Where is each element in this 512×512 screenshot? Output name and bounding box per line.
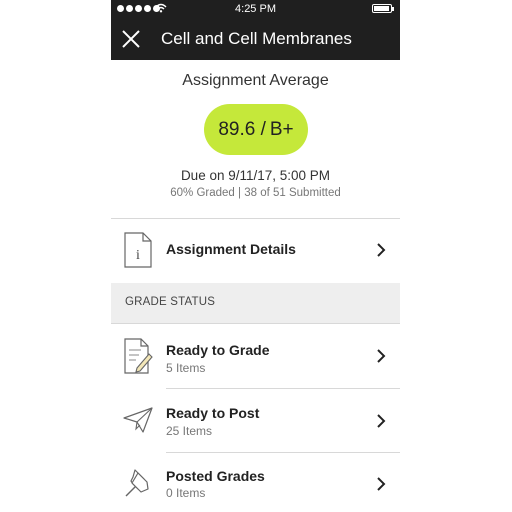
section-label: GRADE STATUS — [125, 296, 216, 308]
graded-percent: 60% Graded — [170, 187, 235, 199]
status-time: 4:25 PM — [235, 3, 276, 15]
chevron-right-icon — [377, 477, 386, 491]
chevron-right-icon — [377, 349, 386, 363]
chevron-right-icon — [377, 414, 386, 428]
ready-to-post-title: Ready to Post — [166, 405, 260, 421]
ready-to-grade-title: Ready to Grade — [166, 342, 270, 358]
pushpin-icon — [125, 469, 151, 497]
assignment-average-label: Assignment Average — [182, 72, 329, 89]
document-pencil-icon — [124, 338, 153, 374]
posted-grades-count: 0 Items — [166, 486, 206, 500]
ready-to-grade-count: 5 Items — [166, 361, 206, 375]
due-date: Due on 9/11/17, 5:00 PM — [180, 168, 331, 183]
info-document-icon: i — [124, 232, 152, 268]
ready-to-grade-row[interactable]: Ready to Grade 5 Items — [111, 324, 400, 388]
posted-grades-row[interactable]: Posted Grades 0 Items — [111, 453, 400, 512]
phone-screen: 4:25 PM Cell and Cell Membranes Assignme… — [111, 0, 400, 512]
separator: | — [238, 187, 242, 199]
grade-badge: 89.6 / B+ — [204, 104, 308, 155]
chevron-right-icon — [377, 243, 386, 257]
paper-plane-icon — [123, 407, 153, 433]
grading-progress: 60% Graded | 38 of 51 Submitted — [111, 187, 400, 199]
ready-to-post-count: 25 Items — [166, 424, 213, 438]
page-title: Cell and Cell Membranes — [161, 29, 352, 48]
submitted-count: 38 of 51 Submitted — [244, 187, 341, 199]
assignment-details-row[interactable]: i Assignment Details — [111, 219, 400, 283]
grade-score: 89.6 / — [218, 118, 266, 140]
posted-grades-title: Posted Grades — [166, 468, 265, 484]
svg-text:i: i — [136, 248, 140, 263]
assignment-details-label: Assignment Details — [166, 241, 296, 257]
close-icon[interactable] — [119, 27, 143, 51]
letter-grade: B+ — [269, 118, 294, 140]
battery-icon — [372, 4, 394, 13]
app-header: Cell and Cell Membranes — [111, 18, 400, 60]
grade-status-header: GRADE STATUS — [111, 283, 400, 323]
ready-to-post-row[interactable]: Ready to Post 25 Items — [111, 389, 400, 452]
status-bar: 4:25 PM — [111, 0, 400, 18]
